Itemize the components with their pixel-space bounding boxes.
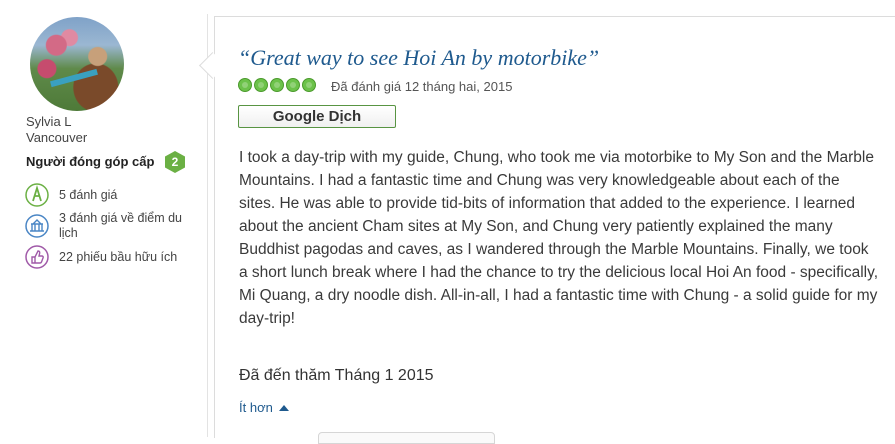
reviewer-panel: Sylvia L Vancouver Người đóng góp cấp 2 … (0, 0, 208, 437)
pen-review-icon (25, 183, 49, 207)
rating-bubble (302, 78, 316, 92)
reviews-count[interactable]: 5 đánh giá (59, 188, 117, 203)
helpful-votes-count[interactable]: 22 phiếu bầu hữu ích (59, 250, 177, 265)
attraction-icon (25, 214, 49, 238)
show-less-link[interactable]: Ít hơn (239, 400, 289, 415)
rating-bubble (286, 78, 300, 92)
level-badge: 2 (165, 151, 185, 173)
contributor-level-label: Người đóng góp cấp (26, 154, 155, 169)
rating-bubble (238, 78, 252, 92)
show-less-label[interactable]: Ít hơn (239, 400, 273, 415)
thumbs-up-icon (25, 245, 49, 269)
reviewer-location: Vancouver (26, 130, 88, 145)
footer-tab (318, 432, 495, 444)
rated-date: Đã đánh giá 12 tháng hai, 2015 (331, 79, 513, 94)
review-title[interactable]: “Great way to see Hoi An by motorbike” (238, 45, 599, 71)
visit-date: Đã đến thăm Tháng 1 2015 (239, 367, 434, 384)
caret-up-icon[interactable] (278, 404, 289, 411)
rating-bubble (270, 78, 284, 92)
rating-bubble (254, 78, 268, 92)
google-translate-button[interactable]: Google Dịch (238, 105, 396, 128)
column-divider (207, 14, 208, 437)
review-body: I took a day-trip with my guide, Chung, … (239, 149, 879, 327)
reviewer-name[interactable]: Sylvia L (26, 114, 72, 129)
attraction-reviews-count[interactable]: 3 đánh giá về điểm du lịch (59, 211, 199, 241)
avatar[interactable] (30, 17, 124, 111)
rating-bubbles (238, 78, 316, 92)
